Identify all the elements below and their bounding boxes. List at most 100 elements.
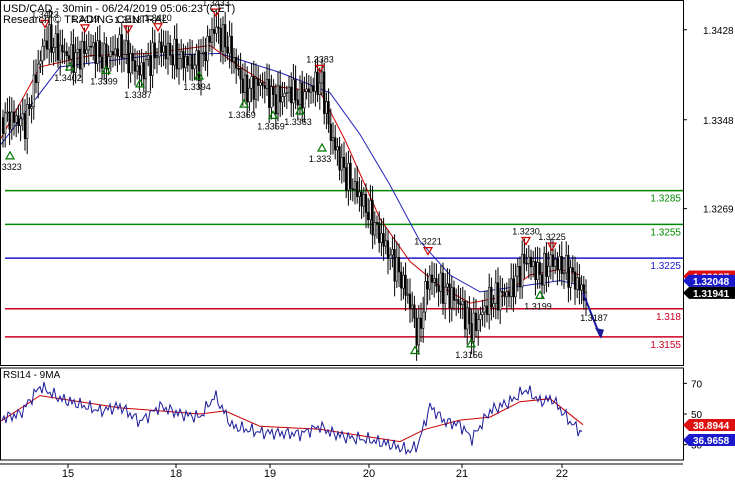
marker-label: 1.3394 [183, 82, 211, 92]
candle-body [45, 40, 49, 50]
candle-body [547, 265, 550, 277]
candle-body [492, 303, 495, 308]
candle-body [331, 137, 335, 141]
candle-body [197, 50, 200, 82]
candle-body [505, 291, 508, 298]
candle-body [369, 200, 372, 221]
candle-body [37, 63, 40, 83]
candle-body [580, 284, 583, 291]
candle-body [554, 259, 557, 267]
marker-label: 1.3399 [90, 76, 118, 86]
candle-body [180, 50, 183, 59]
candle-body [525, 262, 528, 265]
level-label: 1.3255 [650, 227, 681, 238]
candle-body [6, 111, 9, 114]
candle-body [567, 254, 570, 288]
candle-body [512, 278, 515, 298]
marker-label: 1.3387 [124, 90, 152, 100]
candle-body [239, 68, 242, 80]
candle-body [219, 27, 222, 52]
candle-body [191, 54, 194, 70]
candle-body [19, 118, 22, 127]
candle-body [28, 104, 31, 109]
candle-body [503, 292, 506, 298]
candle-body [105, 43, 108, 69]
candle-body [323, 71, 326, 114]
candle-body [241, 78, 244, 93]
candle-body [30, 106, 33, 109]
marker-label: 1.3383 [306, 54, 334, 64]
candle-body [122, 54, 126, 59]
candle-body [538, 262, 541, 275]
candle-body [83, 41, 86, 54]
candle-body [107, 56, 110, 69]
candle-body [573, 271, 577, 290]
candle-body [540, 274, 544, 286]
y-tick-label: 1.3269 [703, 205, 734, 216]
candle-body [158, 41, 161, 58]
candle-body [228, 35, 231, 54]
candle-body [419, 317, 423, 329]
candle-body [389, 254, 392, 260]
candle-body [23, 113, 27, 139]
candle-body [305, 88, 308, 92]
candle-body [463, 300, 467, 330]
candle-body [448, 283, 451, 309]
candle-body [571, 267, 574, 273]
candle-body [103, 43, 106, 69]
candle-body [41, 45, 44, 62]
candle-body [325, 101, 328, 114]
candle-body [127, 40, 130, 74]
candle-body [15, 115, 18, 123]
candle-body [543, 253, 546, 286]
candle-body [131, 53, 134, 62]
candle-body [114, 48, 117, 56]
candle-body [521, 253, 524, 288]
candle-body [120, 34, 123, 59]
price-chart: 1.3285 1.3255 1.3225 1.318 1.3155 1.3323 1.342… [0, 0, 735, 480]
candle-body [386, 240, 390, 260]
candle-body [8, 111, 11, 130]
candle-body [360, 191, 363, 207]
candle-body [562, 272, 566, 275]
candle-body [149, 55, 152, 76]
candle-body [340, 156, 343, 171]
candle-body [565, 254, 568, 274]
rsi-line [1, 381, 583, 456]
candle-body [283, 93, 286, 97]
candle-body [78, 48, 82, 70]
candle-body [59, 44, 62, 61]
candle-body [210, 29, 214, 43]
candle-body [144, 59, 148, 80]
marker-label: 1.3221 [414, 237, 442, 247]
level-label: 1.3225 [650, 261, 681, 272]
candle-body [426, 281, 429, 290]
price-tag-label: 1.31941 [693, 289, 730, 300]
candle-body [290, 86, 293, 104]
candle-body [26, 104, 29, 139]
candle-body [452, 287, 456, 301]
candle-body [485, 305, 489, 315]
candle-body [422, 311, 425, 329]
candle-body [217, 26, 220, 29]
pivot-low-marker [316, 142, 328, 152]
candle-body [316, 71, 319, 96]
candle-body [532, 261, 535, 268]
candle-body [510, 278, 513, 297]
candle-body [173, 38, 176, 66]
candle-body [169, 42, 172, 56]
candle-body [384, 240, 387, 247]
rsi-tag-label: 38.8944 [693, 421, 730, 432]
candle-body [61, 44, 64, 53]
candle-body [48, 24, 51, 50]
candle-body [549, 254, 552, 267]
marker-label: 1.333 [309, 154, 332, 164]
candle-body [499, 290, 502, 311]
candle-body [155, 56, 159, 59]
candle-body [312, 85, 315, 92]
candle-body [296, 99, 299, 106]
candle-body [193, 64, 196, 70]
candle-body [125, 40, 128, 55]
candle-body [175, 38, 178, 70]
candle-body [116, 48, 119, 57]
